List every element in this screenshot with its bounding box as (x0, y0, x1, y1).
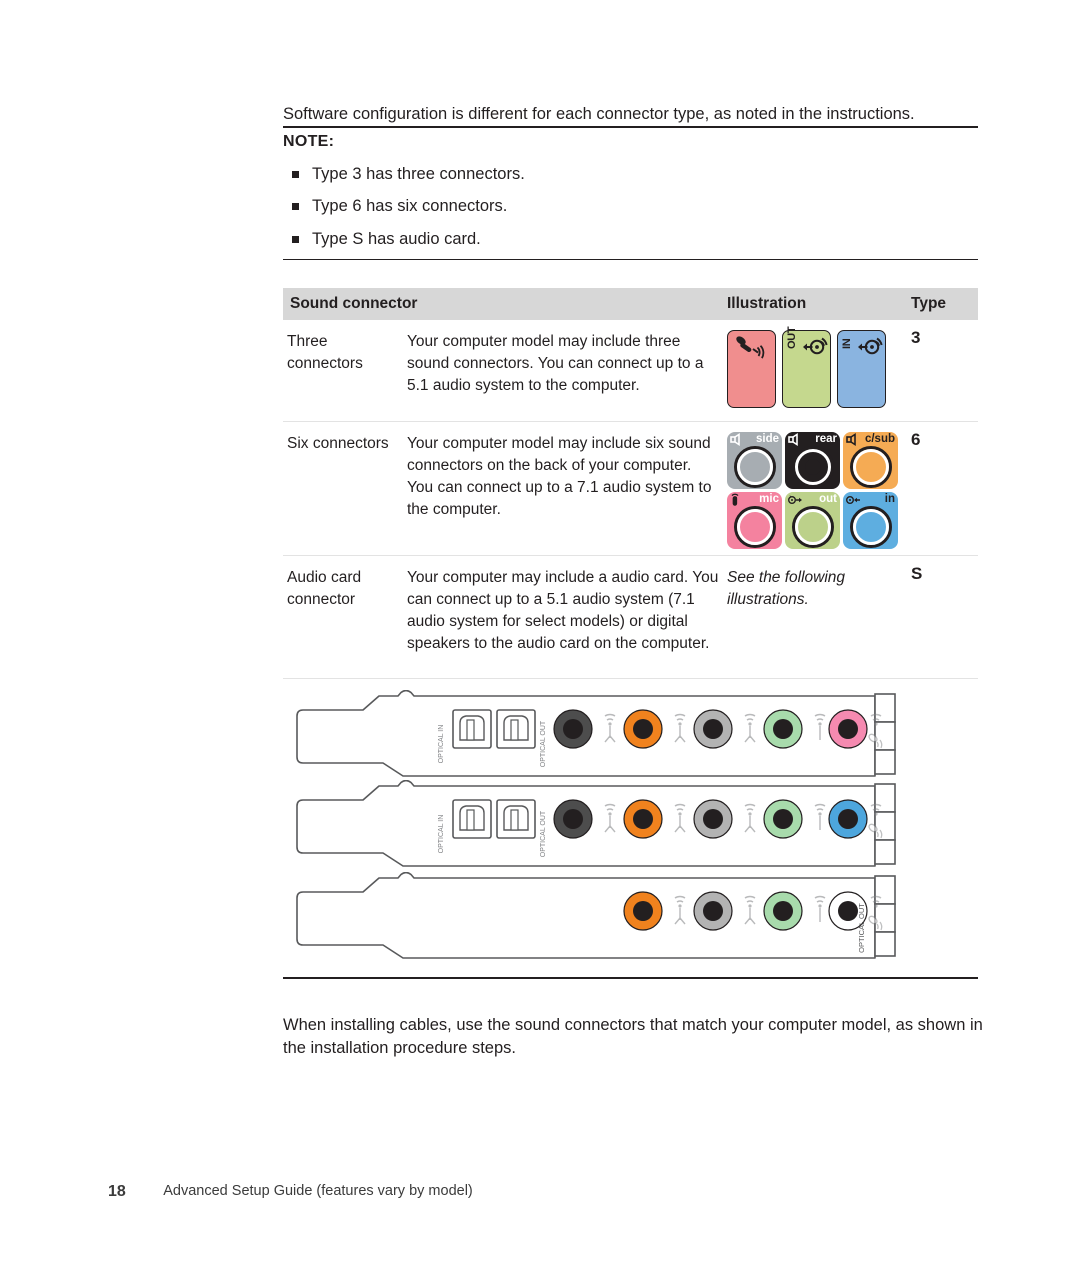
row-description: Your computer may include a audio card. … (407, 569, 719, 652)
column-header-illustration: Illustration (727, 295, 807, 312)
jack-2 (693, 891, 733, 931)
row-type: S (911, 564, 923, 583)
connector-label: rear (815, 433, 837, 445)
column-header-sound-connector: Sound connector (290, 295, 418, 312)
connector-mic: mic (727, 492, 782, 549)
list-item: Type 3 has three connectors. (283, 163, 923, 185)
jack-3 (623, 891, 663, 931)
speaker-icon (846, 433, 856, 446)
jack-1 (763, 799, 803, 839)
jack-4 (553, 709, 593, 749)
page-footer: 18 Advanced Setup Guide (features vary b… (108, 1183, 473, 1201)
audio-card-3: OPTICAL OUT (296, 872, 896, 959)
row-type: 3 (911, 328, 921, 347)
connector-label: side (755, 433, 779, 445)
square-bullet-icon (292, 235, 299, 243)
list-item: Type S has audio card. (283, 228, 923, 250)
row-illustration-text: See the following illustrations. (727, 569, 846, 608)
jack-1 (763, 891, 803, 931)
square-bullet-icon (292, 171, 299, 178)
row-description: Your computer model may include six soun… (407, 435, 712, 518)
connector-label: mic (759, 493, 779, 505)
note-item-text: Type S has audio card. (312, 229, 481, 248)
speaker-icon (730, 433, 740, 446)
table-row: Audio card connector Your computer may i… (283, 556, 978, 679)
horizontal-rule-note-bottom (283, 259, 978, 261)
jack-hole (746, 519, 763, 535)
horizontal-rule-top (283, 126, 978, 128)
connector-c-sub: c/sub (843, 432, 898, 489)
audio-out-icon (788, 495, 802, 504)
three-connector-group: OUT IN (727, 326, 886, 408)
jack-hole (804, 459, 821, 475)
connector-in: in (843, 492, 898, 549)
speaker-out-icon (803, 337, 828, 355)
jack-hole (862, 459, 879, 475)
microphone-icon (736, 336, 765, 359)
jack-4 (553, 799, 593, 839)
optical-out-label: OPTICAL OUT (540, 720, 547, 767)
note-label: NOTE: (283, 133, 335, 150)
note-item-text: Type 6 has six connectors. (312, 197, 508, 216)
audio-card-illustrations: OPTICAL IN OPTICAL OUT OPTICAL IN OPTICA… (283, 690, 978, 980)
row-label: Six connectors (287, 435, 389, 452)
table-row: Six connectors Your computer model may i… (283, 422, 978, 556)
column-header-type: Type (911, 295, 947, 312)
connector-label: out (819, 493, 837, 505)
jack-mic (828, 709, 868, 749)
connector-out: out (785, 492, 840, 549)
document-page: Software configuration is different for … (0, 0, 1080, 1270)
horizontal-rule-bottom (283, 977, 978, 979)
connector-label: IN (841, 338, 853, 349)
intro-paragraph: Software configuration is different for … (283, 104, 915, 123)
connector-rear: rear (785, 432, 840, 489)
table-header-row: Sound connector Illustration Type (283, 288, 978, 320)
optical-out-label: OPTICAL OUT (540, 810, 547, 857)
connector-label: OUT (786, 326, 798, 349)
connector-label: c/sub (864, 433, 895, 445)
speaker-icon (788, 433, 798, 446)
sound-connector-table: Sound connector Illustration Type Three … (283, 288, 978, 679)
connector-label: in (884, 493, 895, 505)
jack-hole (804, 519, 821, 535)
optical-out-label: OPTICAL OUT (857, 903, 866, 953)
footer-text: Advanced Setup Guide (features vary by m… (163, 1183, 473, 1199)
optical-in-label: OPTICAL IN (438, 815, 445, 854)
jack-hole (862, 519, 879, 535)
optical-in-label: OPTICAL IN (438, 725, 445, 764)
microphone-icon (731, 493, 739, 506)
connector-mic (727, 330, 776, 408)
note-item-text: Type 3 has three connectors. (312, 165, 525, 183)
audio-in-icon (846, 496, 860, 504)
list-item: Type 6 has six connectors. (283, 195, 923, 217)
row-illustration: OUT IN (727, 326, 886, 408)
jack-2 (693, 709, 733, 749)
row-illustration: side rear c/sub mic out in (727, 432, 898, 549)
row-label: Audio card connector (287, 569, 362, 608)
note-list: Type 3 has three connectors. Type 6 has … (283, 163, 923, 260)
audio-card-1: OPTICAL IN OPTICAL OUT (296, 690, 896, 777)
connector-side: side (727, 432, 782, 489)
row-type: 6 (911, 430, 921, 449)
speaker-in-icon (858, 337, 883, 355)
row-label: Three connectors (287, 333, 363, 372)
table-row: Three connectors Your computer model may… (283, 320, 978, 422)
connector-in: IN (837, 330, 886, 408)
jack-2 (693, 799, 733, 839)
closing-paragraph: When installing cables, use the sound co… (283, 1015, 983, 1057)
jack-mic (828, 799, 868, 839)
jack-3 (623, 799, 663, 839)
jack-3 (623, 709, 663, 749)
jack-hole (746, 459, 763, 475)
audio-card-2: OPTICAL IN OPTICAL OUT (296, 780, 896, 867)
square-bullet-icon (292, 203, 299, 211)
connector-out: OUT (782, 326, 831, 408)
jack-1 (763, 709, 803, 749)
six-connector-group: side rear c/sub mic out in (727, 432, 898, 549)
row-description: Your computer model may include three so… (407, 333, 704, 394)
page-number: 18 (108, 1183, 126, 1200)
